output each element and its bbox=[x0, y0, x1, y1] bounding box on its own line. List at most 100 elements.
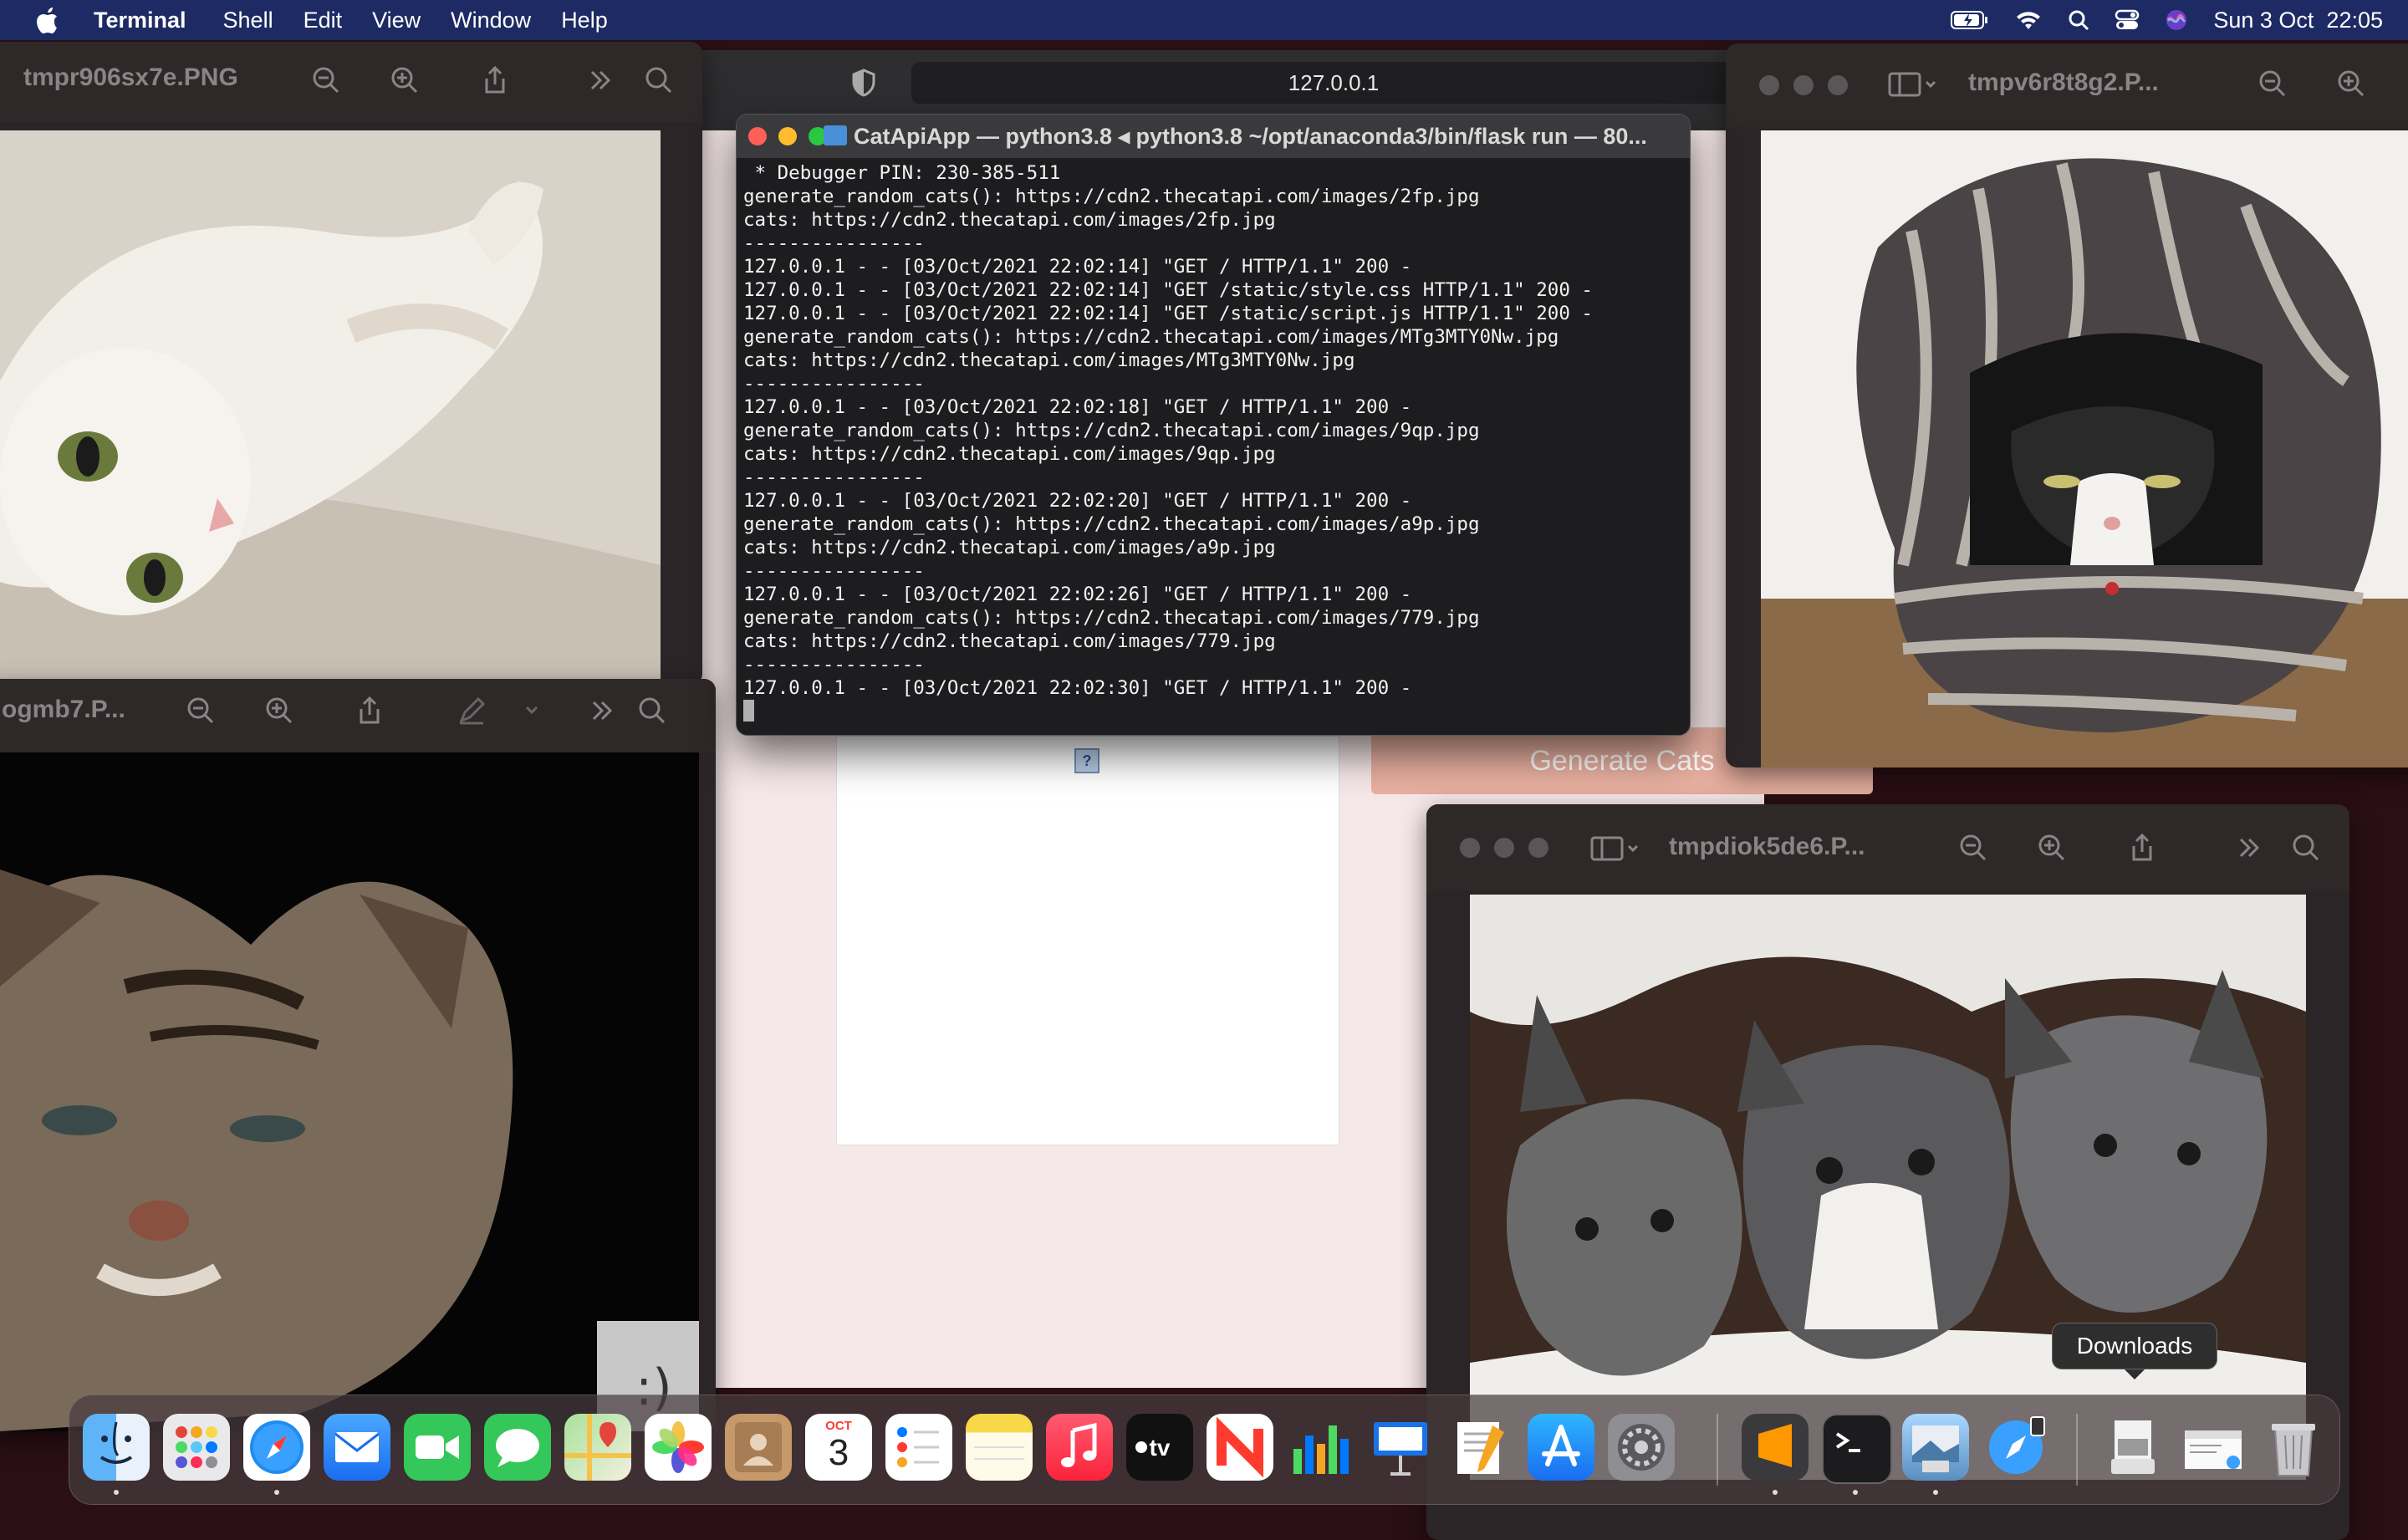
menu-edit[interactable]: Edit bbox=[304, 8, 343, 33]
menu-help[interactable]: Help bbox=[561, 8, 608, 33]
terminal-output[interactable]: * Debugger PIN: 230-385-511 generate_ran… bbox=[737, 158, 1690, 727]
cat-image-card bbox=[836, 736, 1339, 1145]
battery-icon[interactable] bbox=[1951, 10, 1989, 30]
zoom-out-icon[interactable] bbox=[1958, 833, 1988, 863]
address-bar[interactable]: 127.0.0.1 bbox=[911, 62, 1756, 104]
search-icon[interactable] bbox=[637, 696, 667, 726]
contacts-icon[interactable] bbox=[725, 1414, 792, 1481]
terminal-line: generate_random_cats(): https://cdn2.the… bbox=[743, 420, 1480, 441]
music-icon[interactable] bbox=[1046, 1414, 1113, 1481]
terminal-line: ---------------- bbox=[743, 654, 925, 676]
zoom-in-icon[interactable] bbox=[390, 65, 420, 95]
window-controls bbox=[1460, 838, 1548, 858]
tv-icon[interactable]: tv bbox=[1126, 1414, 1193, 1481]
running-indicator bbox=[114, 1490, 119, 1495]
share-icon[interactable] bbox=[2127, 833, 2157, 863]
calendar-icon[interactable]: OCT 3 bbox=[805, 1414, 872, 1481]
calendar-month: OCT bbox=[825, 1419, 852, 1433]
photos-icon[interactable] bbox=[645, 1414, 712, 1481]
zoom-in-icon[interactable] bbox=[264, 696, 294, 726]
menu-app-name[interactable]: Terminal bbox=[94, 8, 186, 33]
dock-separator bbox=[1717, 1414, 1718, 1486]
maps-icon[interactable] bbox=[564, 1414, 631, 1481]
more-chevron-icon[interactable] bbox=[2234, 833, 2264, 863]
menu-view[interactable]: View bbox=[372, 8, 421, 33]
mail-icon[interactable] bbox=[324, 1414, 390, 1481]
sidebar-toggle-icon[interactable] bbox=[1888, 69, 1941, 99]
more-chevron-icon[interactable] bbox=[585, 65, 615, 95]
share-icon[interactable] bbox=[355, 696, 385, 726]
menu-shell[interactable]: Shell bbox=[223, 8, 273, 33]
terminal-line: generate_random_cats(): https://cdn2.the… bbox=[743, 326, 1559, 348]
apple-menu-icon[interactable] bbox=[35, 7, 59, 33]
search-icon[interactable] bbox=[644, 65, 674, 95]
zoom-out-icon[interactable] bbox=[2258, 69, 2288, 99]
minimize-button[interactable] bbox=[778, 127, 797, 145]
preview-window-2: ogmb7.P... :) bbox=[0, 679, 716, 1431]
zoom-in-icon[interactable] bbox=[2037, 833, 2067, 863]
news-icon[interactable] bbox=[1207, 1414, 1273, 1481]
zoom-out-icon[interactable] bbox=[311, 65, 341, 95]
documents-stack-icon[interactable] bbox=[2180, 1414, 2247, 1481]
terminal-line: 127.0.0.1 - - [03/Oct/2021 22:02:18] "GE… bbox=[743, 396, 1412, 418]
folder-icon bbox=[824, 125, 847, 145]
facetime-icon[interactable] bbox=[404, 1414, 471, 1481]
cat-photo-in-bag bbox=[1761, 130, 2408, 767]
messages-icon[interactable] bbox=[484, 1414, 551, 1481]
terminal-icon[interactable] bbox=[1822, 1414, 1892, 1484]
wifi-icon[interactable] bbox=[2014, 9, 2043, 31]
markup-pen-icon[interactable] bbox=[457, 696, 487, 726]
trash-icon[interactable] bbox=[2260, 1414, 2327, 1481]
terminal-titlebar[interactable]: CatApiApp — python3.8 ◂ python3.8 ~/opt/… bbox=[737, 115, 1690, 158]
terminal-line: ---------------- bbox=[743, 467, 925, 488]
privacy-shield-icon[interactable] bbox=[851, 69, 876, 97]
downloads-stack-icon[interactable] bbox=[2099, 1414, 2166, 1481]
more-chevron-icon[interactable] bbox=[587, 696, 617, 726]
keynote-icon[interactable] bbox=[1367, 1414, 1434, 1481]
control-center-icon[interactable] bbox=[2115, 9, 2140, 31]
system-preferences-icon[interactable] bbox=[1608, 1414, 1675, 1481]
terminal-line: generate_random_cats(): https://cdn2.the… bbox=[743, 186, 1480, 207]
notes-icon[interactable] bbox=[966, 1414, 1033, 1481]
spotlight-search-icon[interactable] bbox=[2068, 9, 2089, 31]
chevron-down-icon[interactable] bbox=[517, 696, 547, 726]
menu-window[interactable]: Window bbox=[451, 8, 531, 33]
cat-photo-tabby-kitten: :) bbox=[0, 752, 699, 1431]
terminal-line: cats: https://cdn2.thecatapi.com/images/… bbox=[743, 443, 1276, 465]
siri-icon[interactable] bbox=[2165, 8, 2188, 32]
menu-bar: Terminal Shell Edit View Window Help Sun… bbox=[0, 0, 2408, 40]
launchpad-icon[interactable] bbox=[163, 1414, 230, 1481]
close-button[interactable] bbox=[748, 127, 767, 145]
terminal-line: 127.0.0.1 - - [03/Oct/2021 22:02:26] "GE… bbox=[743, 584, 1412, 605]
terminal-line: cats: https://cdn2.thecatapi.com/images/… bbox=[743, 630, 1276, 652]
running-indicator bbox=[274, 1490, 279, 1495]
reminders-icon[interactable] bbox=[885, 1414, 952, 1481]
running-indicator bbox=[1773, 1490, 1778, 1495]
terminal-line: ---------------- bbox=[743, 373, 925, 395]
app-store-icon[interactable] bbox=[1528, 1414, 1594, 1481]
sidebar-toggle-icon[interactable] bbox=[1590, 833, 1644, 863]
cat-photo-white bbox=[0, 130, 661, 686]
terminal-line: 127.0.0.1 - - [03/Oct/2021 22:02:14] "GE… bbox=[743, 303, 1593, 324]
menubar-clock[interactable]: Sun 3 Oct 22:05 bbox=[2213, 8, 2383, 33]
dock-tooltip: Downloads bbox=[2052, 1323, 2217, 1379]
search-icon[interactable] bbox=[2291, 833, 2321, 863]
share-icon[interactable] bbox=[480, 65, 510, 95]
safari-download-icon[interactable] bbox=[1982, 1414, 2049, 1481]
safari-icon[interactable] bbox=[243, 1414, 310, 1481]
cat-photo-three-kittens bbox=[1470, 895, 2306, 1480]
zoom-in-icon[interactable] bbox=[2336, 69, 2366, 99]
numbers-icon[interactable] bbox=[1287, 1414, 1354, 1481]
preview-icon[interactable] bbox=[1902, 1414, 1969, 1481]
terminal-line: cats: https://cdn2.thecatapi.com/images/… bbox=[743, 537, 1276, 558]
pages-icon[interactable] bbox=[1447, 1414, 1514, 1481]
terminal-line: cats: https://cdn2.thecatapi.com/images/… bbox=[743, 209, 1276, 231]
calendar-day: 3 bbox=[828, 1432, 849, 1473]
dock-separator bbox=[2076, 1414, 2078, 1486]
sublime-text-icon[interactable] bbox=[1742, 1414, 1809, 1481]
terminal-window[interactable]: CatApiApp — python3.8 ◂ python3.8 ~/opt/… bbox=[736, 114, 1691, 736]
zoom-out-icon[interactable] bbox=[186, 696, 216, 726]
preview-title: tmpr906sx7e.PNG bbox=[23, 64, 238, 91]
finder-icon[interactable] bbox=[83, 1414, 150, 1481]
preview-window-3: tmpv6r8t8g2.P... bbox=[1726, 43, 2408, 767]
